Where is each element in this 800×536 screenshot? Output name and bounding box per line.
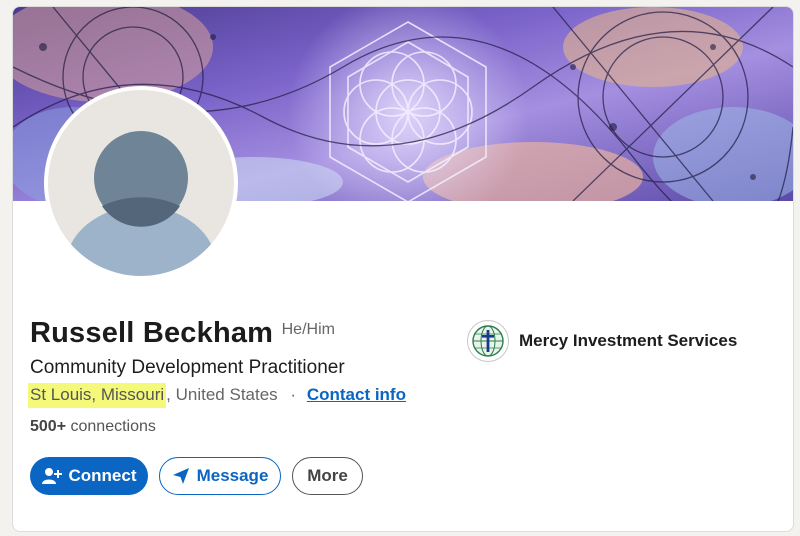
send-icon <box>172 467 190 485</box>
more-label: More <box>307 466 348 485</box>
connect-button[interactable]: Connect <box>30 457 148 495</box>
message-label: Message <box>196 466 269 485</box>
connections-count[interactable]: 500+ connections <box>30 418 156 436</box>
company-name: Mercy Investment Services <box>519 331 738 350</box>
more-button[interactable]: More <box>292 457 363 495</box>
profile-card: Mercy Investment Services <box>12 6 794 532</box>
message-button[interactable]: Message <box>159 457 281 495</box>
globe-cross-icon <box>467 320 509 362</box>
location-country: , United States <box>166 385 278 404</box>
profile-pronouns: He/Him <box>281 321 335 338</box>
separator-dot: · <box>290 385 297 404</box>
profile-avatar[interactable] <box>44 86 238 280</box>
current-company[interactable]: Mercy Investment Services <box>467 320 737 362</box>
profile-name: Russell Beckham <box>30 317 274 349</box>
connections-number: 500+ <box>30 418 67 435</box>
name-row: Russell Beckham He/Him <box>30 317 335 350</box>
profile-headline: Community Development Practitioner <box>30 357 345 378</box>
connect-label: Connect <box>68 466 137 485</box>
connections-label: connections <box>70 418 156 435</box>
contact-info-link[interactable]: Contact info <box>307 385 406 404</box>
location-city: St Louis, Missouri <box>28 383 167 408</box>
add-person-icon <box>41 467 62 485</box>
location-row: St Louis, Missouri, United States · Cont… <box>28 383 406 408</box>
